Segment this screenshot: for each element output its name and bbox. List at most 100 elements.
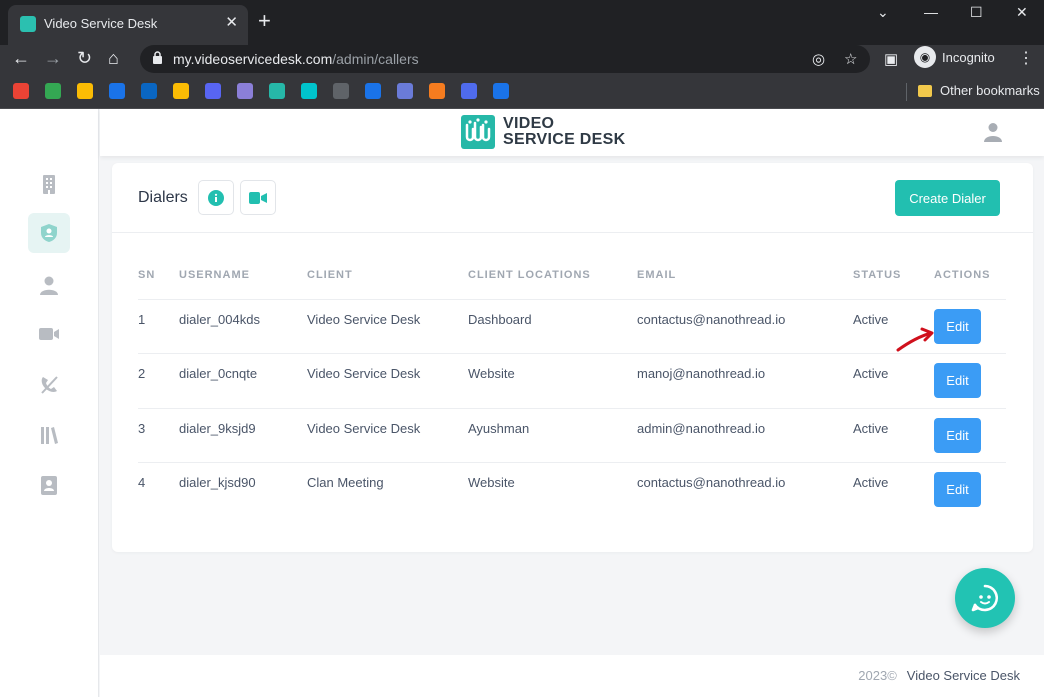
minimize-button[interactable]: — <box>924 4 938 20</box>
edit-button[interactable]: Edit <box>934 472 981 507</box>
header-status: STATUS <box>853 259 934 300</box>
sidebar-item-users[interactable] <box>28 265 70 305</box>
keep-icon[interactable] <box>173 83 189 99</box>
logo-text: VIDEO SERVICE DESK <box>503 115 626 148</box>
m-icon[interactable] <box>461 83 477 99</box>
star-icon[interactable]: ☆ <box>844 50 857 68</box>
chat-icon[interactable] <box>45 83 61 99</box>
header-username: USERNAME <box>179 259 307 300</box>
drive-icon[interactable] <box>77 83 93 99</box>
eye-off-icon[interactable]: ◎ <box>812 50 825 68</box>
sidebar-item-contacts[interactable] <box>28 465 70 505</box>
browser-toolbar: ← → ↻ ⌂ my.videoservicedesk.com/admin/ca… <box>0 45 1044 75</box>
other-bookmarks[interactable]: Other bookmarks <box>918 83 1040 98</box>
compass-icon[interactable] <box>397 83 413 99</box>
reload-icon[interactable]: ↻ <box>77 48 92 69</box>
discord-icon[interactable] <box>205 83 221 99</box>
app-header: VIDEO SERVICE DESK <box>100 109 1044 156</box>
footer-brand: Video Service Desk <box>906 668 1020 683</box>
cell-client: Video Service Desk <box>307 353 468 409</box>
forward-icon[interactable]: → <box>44 48 62 69</box>
box-icon[interactable] <box>429 83 445 99</box>
vsd-icon[interactable] <box>237 83 253 99</box>
info-button[interactable] <box>198 180 234 215</box>
home-icon[interactable]: ⌂ <box>108 48 119 69</box>
edit-button[interactable]: Edit <box>934 363 981 398</box>
incognito-label: Incognito <box>942 49 995 65</box>
tab-search-icon[interactable]: ⌄ <box>877 4 889 21</box>
canva-icon[interactable] <box>301 83 317 99</box>
other-bookmarks-label: Other bookmarks <box>940 83 1040 98</box>
cell-email: contactus@nanothread.io <box>637 299 853 354</box>
browser-titlebar: Video Service Desk ✕ + ⌄ — ☐ ✕ <box>0 0 1044 45</box>
browser-menu-icon[interactable]: ⋮ <box>1018 48 1034 68</box>
cell-client: Video Service Desk <box>307 299 468 354</box>
edit-button[interactable]: Edit <box>934 308 981 344</box>
cell-username: dialer_9ksjd9 <box>179 408 307 463</box>
cell-actions: Edit <box>934 463 1006 518</box>
vsd-favicon-icon <box>20 16 36 32</box>
side-panel-icon[interactable]: ▣ <box>884 50 898 68</box>
cell-username: dialer_004kds <box>179 299 307 354</box>
cell-email: manoj@nanothread.io <box>637 353 853 409</box>
maximize-button[interactable]: ☐ <box>970 4 983 21</box>
app-footer: 2023© Video Service Desk <box>100 655 1044 697</box>
table-header-row: SN USERNAME CLIENT CLIENT LOCATIONS EMAI… <box>138 259 1006 300</box>
library-icon <box>41 427 58 444</box>
sidebar-item-calls[interactable] <box>28 365 70 405</box>
gmail-icon[interactable] <box>13 83 29 99</box>
edit-button[interactable]: Edit <box>934 417 981 453</box>
cell-location: Website <box>468 353 637 409</box>
app-logo[interactable]: VIDEO SERVICE DESK <box>461 115 625 149</box>
lock-icon <box>153 51 162 64</box>
header-client: CLIENT <box>307 259 468 300</box>
back-icon[interactable]: ← <box>12 48 30 69</box>
card-header: Dialers Create Dialer <box>112 163 1033 233</box>
cell-location: Dashboard <box>468 299 637 354</box>
video-camera-icon <box>39 328 59 340</box>
create-dialer-button[interactable]: Create Dialer <box>895 180 1000 216</box>
table-row: 3 dialer_9ksjd9 Video Service Desk Ayush… <box>138 408 1006 463</box>
header-actions: ACTIONS <box>934 259 1006 300</box>
linkedin-icon[interactable] <box>141 83 157 99</box>
video-camera-icon <box>249 191 267 204</box>
contact-icon <box>41 476 57 495</box>
circle-icon[interactable] <box>333 83 349 99</box>
tab-close-icon[interactable]: ✕ <box>225 13 238 31</box>
table-row: 4 dialer_kjsd90 Clan Meeting Website con… <box>138 463 1006 518</box>
cell-location: Website <box>468 475 515 490</box>
sidebar-item-library[interactable] <box>28 415 70 455</box>
sidebar-item-video[interactable] <box>28 314 70 354</box>
support-bot-icon <box>971 584 998 612</box>
cell-actions: Edit <box>934 299 1006 354</box>
folder-icon <box>918 84 932 97</box>
dialers-card: Dialers Create Dialer SN USERNAME CLIENT… <box>112 163 1033 552</box>
new-tab-button[interactable]: + <box>258 8 271 34</box>
footer-year: 2023© <box>858 668 897 683</box>
vsd-teal-icon[interactable] <box>269 83 285 99</box>
cell-client: Video Service Desk <box>307 408 468 463</box>
video-tutorial-button[interactable] <box>240 180 276 215</box>
cell-status: Active <box>853 353 934 409</box>
close-window-button[interactable]: ✕ <box>1016 4 1028 21</box>
address-bar[interactable]: my.videoservicedesk.com/admin/callers ◎ … <box>140 45 870 73</box>
table-row: 1 dialer_004kds Video Service Desk Dashb… <box>138 299 1006 354</box>
refresh-icon[interactable] <box>365 83 381 99</box>
cell-email: contactus@nanothread.io <box>637 475 786 490</box>
sidebar-item-dialers[interactable] <box>28 213 70 253</box>
support-chat-button[interactable] <box>955 568 1015 628</box>
header-sn: SN <box>138 259 179 300</box>
annotation-arrow-icon <box>896 327 934 352</box>
incognito-indicator[interactable]: ◉ Incognito <box>914 46 995 68</box>
tab-title: Video Service Desk <box>44 16 158 31</box>
cell-sn: 3 <box>138 408 179 463</box>
target-icon[interactable] <box>493 83 509 99</box>
check-icon[interactable] <box>109 83 125 99</box>
url-text: my.videoservicedesk.com/admin/callers <box>173 51 419 67</box>
sidebar-item-organizations[interactable] <box>28 164 70 204</box>
bookmarks-bar: Other bookmarks <box>0 75 1044 109</box>
cell-client: Clan Meeting <box>307 475 384 490</box>
user-avatar-icon[interactable] <box>984 122 1002 142</box>
cell-actions: Edit <box>934 408 1006 463</box>
browser-tab[interactable]: Video Service Desk ✕ <box>8 5 248 45</box>
